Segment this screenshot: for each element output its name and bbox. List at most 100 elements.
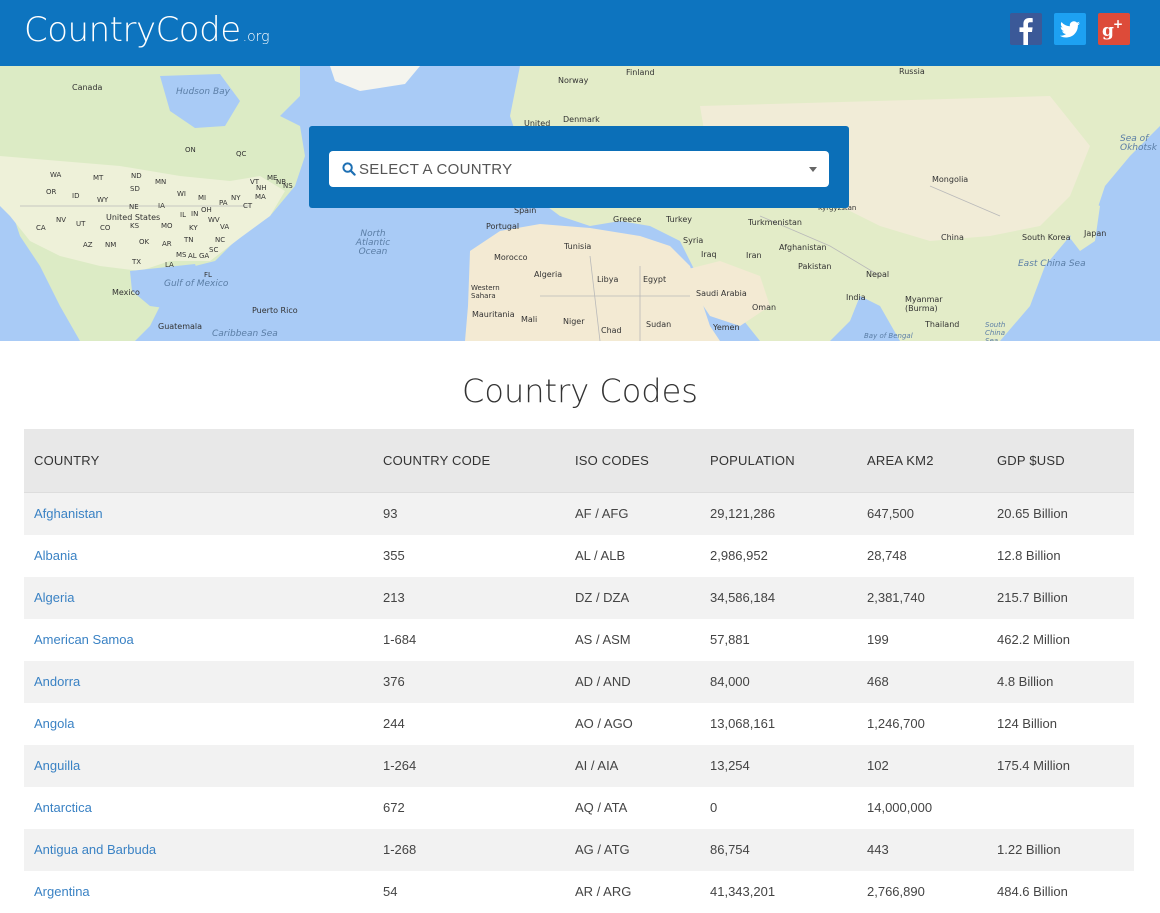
- map-label-sea-of-okhotsk: Sea of Okhotsk: [1120, 134, 1157, 153]
- map-label-canada: Canada: [72, 83, 103, 92]
- area-cell: 647,500: [867, 506, 914, 521]
- table-row: Angola 244 AO / AGO 13,068,161 1,246,700…: [24, 703, 1134, 745]
- country-select-dropdown[interactable]: SELECT A COUNTRY: [329, 151, 829, 187]
- map-state-ne: NE: [129, 203, 139, 211]
- map-state-il: IL: [180, 211, 186, 219]
- logo-tld: .org: [242, 29, 270, 45]
- population-cell: 2,986,952: [710, 548, 768, 563]
- map-state-ca: CA: [36, 224, 46, 232]
- area-cell: 2,381,740: [867, 590, 925, 605]
- table-row: American Samoa 1-684 AS / ASM 57,881 199…: [24, 619, 1134, 661]
- map-state-qc: QC: [236, 150, 247, 158]
- map-label-tunisia: Tunisia: [564, 242, 592, 251]
- column-header-gdp[interactable]: GDP $USD: [997, 429, 1065, 493]
- column-header-population[interactable]: POPULATION: [710, 429, 795, 493]
- map-state-nm: NM: [105, 241, 117, 249]
- iso-codes-cell: AQ / ATA: [575, 800, 628, 815]
- map-state-wv: WV: [208, 216, 220, 224]
- map-state-sc: SC: [209, 246, 219, 254]
- map-state-mo: MO: [161, 222, 173, 230]
- column-header-country[interactable]: COUNTRY: [34, 429, 99, 493]
- map-state-tx: TX: [132, 258, 142, 266]
- column-header-country-code[interactable]: COUNTRY CODE: [383, 429, 490, 493]
- twitter-icon: [1059, 21, 1080, 38]
- map-state-wi: WI: [177, 190, 186, 198]
- map-label-sudan: Sudan: [646, 320, 672, 329]
- population-cell: 34,586,184: [710, 590, 776, 605]
- country-link[interactable]: Algeria: [34, 577, 74, 619]
- map-label-iraq: Iraq: [701, 250, 717, 259]
- population-cell: 84,000: [710, 674, 750, 689]
- population-cell: 86,754: [710, 842, 750, 857]
- map-label-mexico: Mexico: [112, 288, 140, 297]
- map-state-ks: KS: [130, 222, 140, 230]
- country-link[interactable]: Angola: [34, 703, 74, 745]
- column-header-iso-codes[interactable]: ISO CODES: [575, 429, 649, 493]
- gdp-cell: 20.65 Billion: [997, 506, 1068, 521]
- country-code-cell: 244: [383, 716, 405, 731]
- map-state-tn: TN: [184, 236, 194, 244]
- map-label-turkmenistan: Turkmenistan: [748, 218, 802, 227]
- country-select-placeholder: SELECT A COUNTRY: [359, 161, 513, 178]
- column-header-area[interactable]: AREA KM2: [867, 429, 934, 493]
- map-state-mn: MN: [155, 178, 167, 186]
- map-label-finland: Finland: [626, 68, 655, 77]
- site-logo[interactable]: CountryCode .org: [24, 10, 270, 50]
- country-code-cell: 1-684: [383, 632, 417, 647]
- map-state-ma: MA: [255, 193, 266, 201]
- population-cell: 0: [710, 800, 718, 815]
- logo-main: CountryCode: [24, 10, 241, 50]
- map-state-mt: MT: [93, 174, 104, 182]
- table-row: Argentina 54 AR / ARG 41,343,201 2,766,8…: [24, 871, 1134, 913]
- map-label-thailand: Thailand: [925, 320, 960, 329]
- country-link[interactable]: Argentina: [34, 871, 90, 913]
- map-state-co: CO: [100, 224, 111, 232]
- area-cell: 14,000,000: [867, 800, 933, 815]
- country-link[interactable]: Afghanistan: [34, 493, 103, 535]
- country-code-cell: 93: [383, 506, 398, 521]
- map-label-iran: Iran: [746, 251, 762, 260]
- country-link[interactable]: Antigua and Barbuda: [34, 829, 156, 871]
- country-link[interactable]: Anguilla: [34, 745, 80, 787]
- iso-codes-cell: AR / ARG: [575, 884, 632, 899]
- country-code-cell: 376: [383, 674, 405, 689]
- country-link[interactable]: Antarctica: [34, 787, 92, 829]
- map-label-saudi-arabia: Saudi Arabia: [696, 289, 747, 298]
- country-link[interactable]: Albania: [34, 535, 77, 577]
- map-state-va: VA: [220, 223, 230, 231]
- google-plus-share-button[interactable]: g +: [1098, 13, 1130, 45]
- map-state-oh: OH: [201, 206, 212, 214]
- map-label-south-china-sea: South China Sea: [985, 321, 1006, 341]
- map-state-ny: NY: [231, 194, 241, 202]
- map-state-pa: PA: [219, 199, 228, 207]
- map-label-western-sahara: Western Sahara: [471, 284, 500, 300]
- map-label-portugal: Portugal: [486, 222, 520, 231]
- facebook-icon: [1019, 18, 1033, 45]
- map-label-mongolia: Mongolia: [932, 175, 969, 184]
- gdp-cell: 4.8 Billion: [997, 674, 1054, 689]
- iso-codes-cell: AL / ALB: [575, 548, 626, 563]
- iso-codes-cell: AG / ATG: [575, 842, 630, 857]
- map-state-wa: WA: [50, 171, 62, 179]
- map-label-pakistan: Pakistan: [798, 262, 832, 271]
- map-label-south-korea: South Korea: [1022, 233, 1071, 242]
- area-cell: 28,748: [867, 548, 907, 563]
- country-code-cell: 672: [383, 800, 405, 815]
- map-state-ct: CT: [243, 202, 253, 210]
- twitter-share-button[interactable]: [1054, 13, 1086, 45]
- country-code-cell: 1-264: [383, 758, 417, 773]
- area-cell: 102: [867, 758, 889, 773]
- map-state-id: ID: [72, 192, 80, 200]
- facebook-share-button[interactable]: [1010, 13, 1042, 45]
- country-link[interactable]: American Samoa: [34, 619, 134, 661]
- iso-codes-cell: AS / ASM: [575, 632, 631, 647]
- map-state-ut: UT: [76, 220, 86, 228]
- country-code-cell: 54: [383, 884, 398, 899]
- map-state-nc: NC: [215, 236, 226, 244]
- iso-codes-cell: DZ / DZA: [575, 590, 630, 605]
- country-codes-table: COUNTRY COUNTRY CODE ISO CODES POPULATIO…: [24, 429, 1134, 913]
- country-link[interactable]: Andorra: [34, 661, 80, 703]
- map-label-india: India: [846, 293, 866, 302]
- gdp-cell: 124 Billion: [997, 716, 1057, 731]
- map-label-china: China: [941, 233, 964, 242]
